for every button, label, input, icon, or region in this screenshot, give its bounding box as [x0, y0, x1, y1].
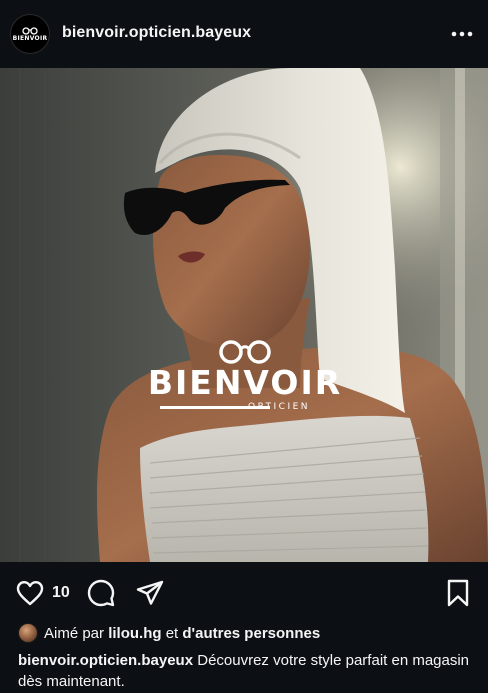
share-button[interactable]: [134, 578, 166, 608]
likes-summary[interactable]: Aimé par lilou.hg et d'autres personnes: [18, 622, 320, 644]
more-horizontal-icon: [451, 31, 473, 37]
send-icon: [136, 580, 164, 605]
glasses-logo-icon: [22, 26, 38, 35]
liker-avatar: [18, 623, 38, 643]
post-image[interactable]: BIENVOIR OPTICIEN: [0, 68, 488, 562]
logo-brand-text: BIENVOIR: [147, 363, 343, 402]
comment-button[interactable]: [86, 578, 116, 608]
like-count: 10: [52, 584, 70, 601]
logo-subtitle-text: OPTICIEN: [248, 402, 311, 412]
account-username[interactable]: bienvoir.opticien.bayeux: [62, 24, 251, 42]
glasses-logo-icon: [219, 340, 271, 364]
post-caption: bienvoir.opticien.bayeux Découvrez votre…: [18, 650, 478, 692]
more-options-button[interactable]: [448, 22, 476, 46]
save-button[interactable]: [444, 578, 472, 608]
likes-prefix: Aimé par: [44, 624, 105, 642]
comment-icon: [87, 579, 115, 607]
post-photo-scene: [0, 68, 488, 562]
like-button[interactable]: [14, 578, 46, 608]
liker-username[interactable]: lilou.hg: [108, 625, 161, 642]
post-header: BIENVOIR bienvoir.opticien.bayeux: [0, 0, 488, 68]
likes-connector: et: [165, 624, 179, 642]
brand-logo-overlay: BIENVOIR OPTICIEN: [130, 338, 360, 416]
bookmark-icon: [447, 579, 469, 607]
post-actions-bar: 10: [0, 562, 488, 622]
likes-others-link[interactable]: d'autres personnes: [182, 625, 320, 642]
account-avatar[interactable]: BIENVOIR: [10, 14, 50, 54]
caption-username[interactable]: bienvoir.opticien.bayeux: [18, 652, 193, 669]
heart-icon: [16, 581, 44, 606]
avatar-brand-text: BIENVOIR: [12, 34, 48, 42]
logo-subtitle-row: OPTICIEN: [130, 402, 360, 416]
